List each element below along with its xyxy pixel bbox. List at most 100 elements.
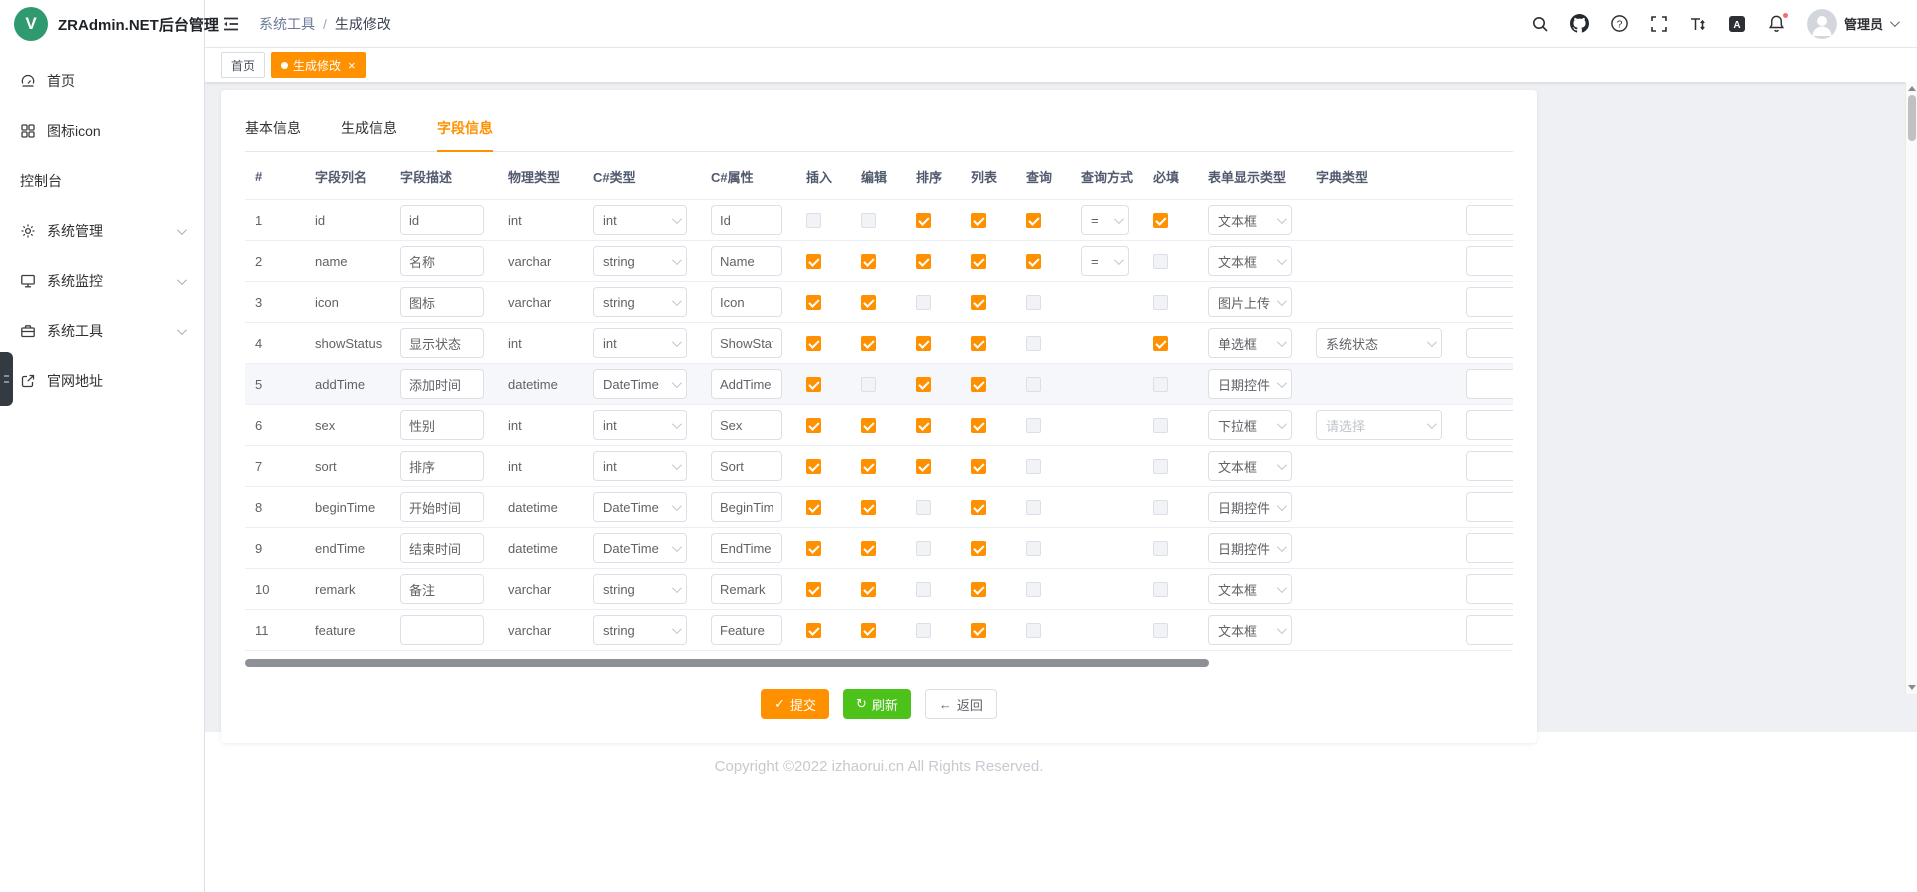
tab-field-info[interactable]: 字段信息 [437, 104, 493, 151]
extra-input[interactable] [1466, 328, 1513, 358]
description-input[interactable] [400, 246, 484, 276]
description-input[interactable] [400, 615, 484, 645]
display-type-select[interactable]: 日期控件 [1208, 533, 1292, 563]
extra-input[interactable] [1466, 369, 1513, 399]
tab-basic-info[interactable]: 基本信息 [245, 104, 301, 151]
close-tag-icon[interactable]: × [348, 59, 356, 72]
sort-checkbox[interactable] [916, 254, 931, 269]
sidebar-item-console[interactable]: 控制台 [0, 156, 204, 206]
csharp-property-input[interactable] [711, 615, 782, 645]
query-checkbox[interactable] [1026, 541, 1041, 556]
query-method-select[interactable]: = [1081, 246, 1129, 276]
notification-bell-icon[interactable] [1767, 14, 1786, 33]
sidebar-item-system-monitor[interactable]: 系统监控 [0, 256, 204, 306]
list-checkbox[interactable] [971, 459, 986, 474]
list-checkbox[interactable] [971, 295, 986, 310]
required-checkbox[interactable] [1153, 213, 1168, 228]
scroll-down-arrow[interactable] [1908, 685, 1916, 690]
required-checkbox[interactable] [1153, 377, 1168, 392]
csharp-type-select[interactable]: string [593, 246, 687, 276]
insert-checkbox[interactable] [806, 418, 821, 433]
display-type-select[interactable]: 文本框 [1208, 451, 1292, 481]
insert-checkbox[interactable] [806, 254, 821, 269]
required-checkbox[interactable] [1153, 295, 1168, 310]
query-checkbox[interactable] [1026, 459, 1041, 474]
display-type-select[interactable]: 文本框 [1208, 574, 1292, 604]
insert-checkbox[interactable] [806, 582, 821, 597]
csharp-type-select[interactable]: DateTime [593, 492, 687, 522]
sort-checkbox[interactable] [916, 418, 931, 433]
sidebar-item-official-site[interactable]: 官网地址 [0, 356, 204, 406]
language-icon[interactable]: A [1728, 15, 1746, 33]
insert-checkbox[interactable] [806, 541, 821, 556]
list-checkbox[interactable] [971, 541, 986, 556]
sort-checkbox[interactable] [916, 500, 931, 515]
sort-checkbox[interactable] [916, 213, 931, 228]
display-type-select[interactable]: 日期控件 [1208, 492, 1292, 522]
extra-input[interactable] [1466, 492, 1513, 522]
display-type-select[interactable]: 文本框 [1208, 615, 1292, 645]
required-checkbox[interactable] [1153, 500, 1168, 515]
extra-input[interactable] [1466, 287, 1513, 317]
display-type-select[interactable]: 日期控件 [1208, 369, 1292, 399]
query-checkbox[interactable] [1026, 418, 1041, 433]
tag-home[interactable]: 首页 [221, 52, 265, 78]
csharp-property-input[interactable] [711, 287, 782, 317]
settings-drawer-handle[interactable] [0, 352, 13, 406]
description-input[interactable] [400, 533, 484, 563]
query-checkbox[interactable] [1026, 336, 1041, 351]
sort-checkbox[interactable] [916, 582, 931, 597]
horizontal-scrollbar-thumb[interactable] [245, 659, 1209, 667]
csharp-property-input[interactable] [711, 410, 782, 440]
query-checkbox[interactable] [1026, 254, 1041, 269]
edit-checkbox[interactable] [861, 541, 876, 556]
sort-checkbox[interactable] [916, 377, 931, 392]
insert-checkbox[interactable] [806, 623, 821, 638]
csharp-property-input[interactable] [711, 369, 782, 399]
scroll-up-arrow[interactable] [1908, 86, 1916, 91]
csharp-property-input[interactable] [711, 574, 782, 604]
csharp-type-select[interactable]: string [593, 615, 687, 645]
github-icon[interactable] [1570, 14, 1589, 33]
list-checkbox[interactable] [971, 377, 986, 392]
insert-checkbox[interactable] [806, 336, 821, 351]
list-checkbox[interactable] [971, 254, 986, 269]
csharp-property-input[interactable] [711, 492, 782, 522]
display-type-select[interactable]: 单选框 [1208, 328, 1292, 358]
breadcrumb-parent[interactable]: 系统工具 [259, 14, 315, 34]
description-input[interactable] [400, 451, 484, 481]
csharp-property-input[interactable] [711, 246, 782, 276]
query-checkbox[interactable] [1026, 582, 1041, 597]
required-checkbox[interactable] [1153, 336, 1168, 351]
query-checkbox[interactable] [1026, 213, 1041, 228]
sidebar-item-icons[interactable]: 图标icon [0, 106, 204, 156]
extra-input[interactable] [1466, 615, 1513, 645]
insert-checkbox[interactable] [806, 500, 821, 515]
csharp-type-select[interactable]: int [593, 451, 687, 481]
dict-type-select[interactable]: 请选择 [1316, 410, 1442, 440]
csharp-property-input[interactable] [711, 451, 782, 481]
sort-checkbox[interactable] [916, 336, 931, 351]
csharp-type-select[interactable]: string [593, 287, 687, 317]
required-checkbox[interactable] [1153, 541, 1168, 556]
edit-checkbox[interactable] [861, 254, 876, 269]
required-checkbox[interactable] [1153, 582, 1168, 597]
csharp-type-select[interactable]: DateTime [593, 533, 687, 563]
description-input[interactable] [400, 328, 484, 358]
sort-checkbox[interactable] [916, 541, 931, 556]
extra-input[interactable] [1466, 246, 1513, 276]
collapse-sidebar-icon[interactable] [221, 14, 241, 34]
sidebar-item-system-tools[interactable]: 系统工具 [0, 306, 204, 356]
edit-checkbox[interactable] [861, 295, 876, 310]
csharp-property-input[interactable] [711, 328, 782, 358]
list-checkbox[interactable] [971, 213, 986, 228]
help-icon[interactable]: ? [1610, 14, 1629, 33]
edit-checkbox[interactable] [861, 582, 876, 597]
query-checkbox[interactable] [1026, 295, 1041, 310]
sort-checkbox[interactable] [916, 459, 931, 474]
description-input[interactable] [400, 369, 484, 399]
display-type-select[interactable]: 文本框 [1208, 246, 1292, 276]
insert-checkbox[interactable] [806, 459, 821, 474]
edit-checkbox[interactable] [861, 213, 876, 228]
submit-button[interactable]: ✓ 提交 [761, 689, 829, 719]
